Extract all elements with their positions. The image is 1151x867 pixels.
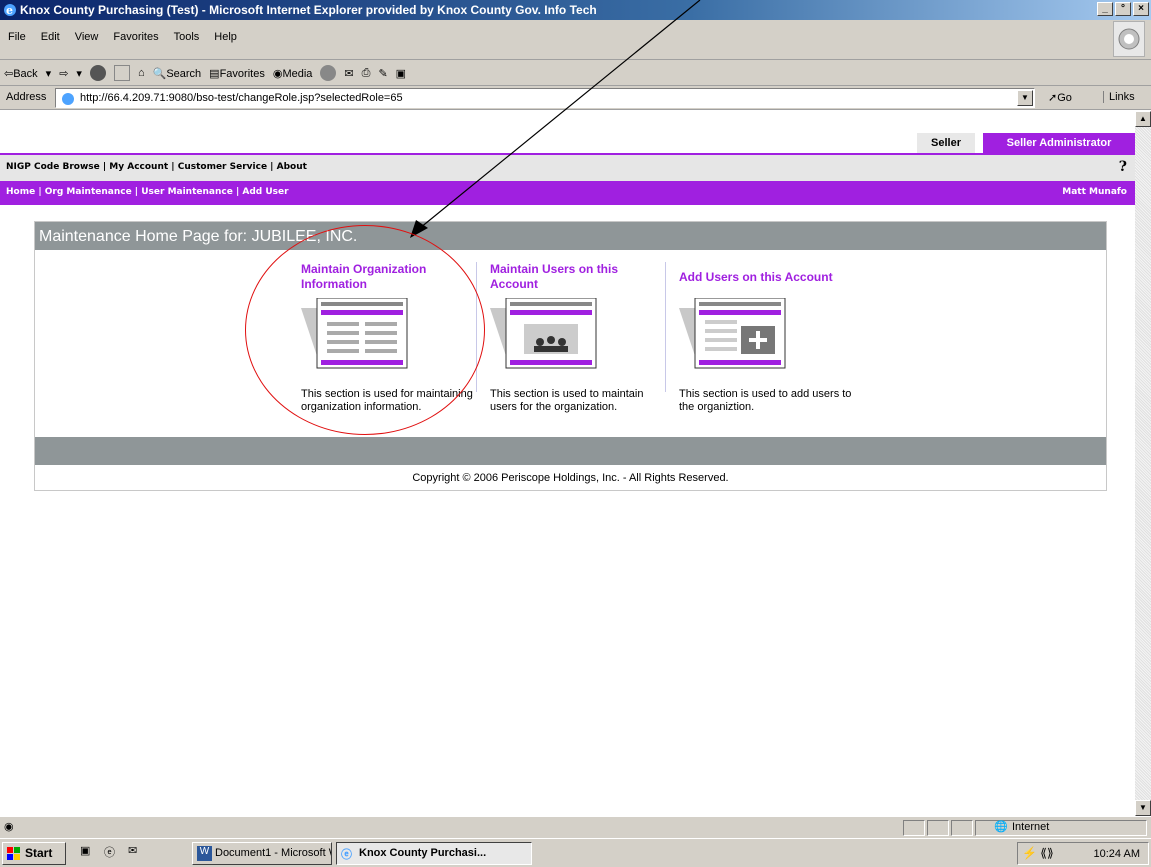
- annotation-red-oval: [245, 225, 485, 435]
- scroll-up-icon[interactable]: ▲: [1135, 111, 1151, 127]
- annotation-arrow-line: [419, 0, 701, 229]
- page-status-icon: ◉: [4, 821, 14, 833]
- quick-launch: ▣ ⓔ ✉: [80, 844, 146, 862]
- show-desktop-icon[interactable]: ▣: [80, 844, 98, 862]
- status-segment: [951, 820, 973, 836]
- start-button[interactable]: Start: [2, 842, 66, 865]
- taskbar: Start ▣ ⓔ ✉ W Document1 - Microsoft W...…: [0, 838, 1151, 867]
- status-segment: [927, 820, 949, 836]
- word-icon: W: [197, 846, 212, 861]
- tray-network-icon[interactable]: ⚡ ⟪⟫: [1022, 846, 1054, 860]
- security-zone: Internet: [1012, 821, 1050, 833]
- status-segment: [903, 820, 925, 836]
- start-label: Start: [25, 846, 53, 860]
- vertical-scrollbar[interactable]: ▲ ▼: [1135, 111, 1151, 816]
- system-tray: ⚡ ⟪⟫ 10:24 AM: [1017, 842, 1149, 865]
- globe-icon: 🌐: [994, 821, 1008, 833]
- windows-flag-icon: [7, 847, 20, 860]
- task-internet-explorer[interactable]: ⓔ Knox County Purchasi...: [336, 842, 532, 865]
- annotation-overlay: [410, 0, 701, 238]
- ie-task-icon: ⓔ: [341, 849, 352, 861]
- status-bar: ◉ 🌐 Internet: [0, 816, 1151, 838]
- task-ie-label: Knox County Purchasi...: [359, 847, 487, 859]
- outlook-icon[interactable]: ✉: [128, 844, 146, 862]
- task-word-document[interactable]: W Document1 - Microsoft W...: [192, 842, 332, 865]
- scroll-down-icon[interactable]: ▼: [1135, 800, 1151, 816]
- clock[interactable]: 10:24 AM: [1094, 848, 1140, 860]
- task-word-label: Document1 - Microsoft W...: [215, 847, 331, 859]
- ie-quicklaunch-icon[interactable]: ⓔ: [104, 844, 122, 862]
